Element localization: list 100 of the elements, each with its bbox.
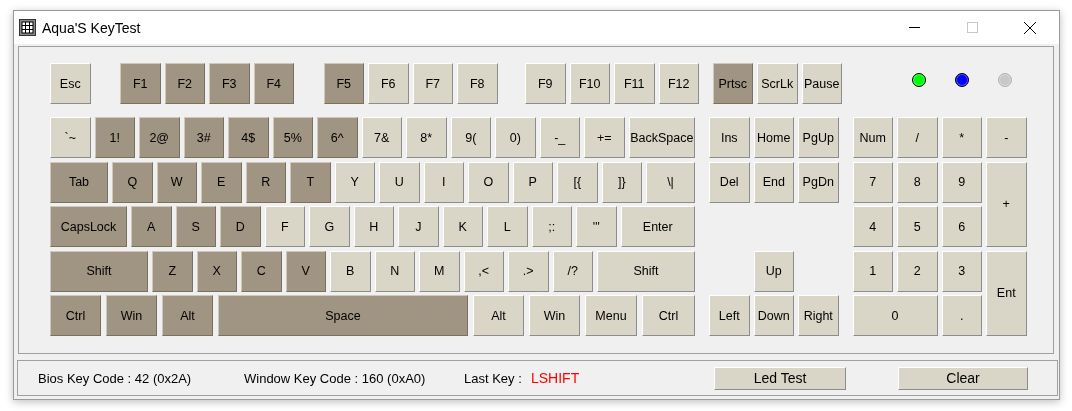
- key: P: [512, 161, 553, 203]
- key: F9: [525, 63, 566, 104]
- key: Alt: [162, 295, 213, 336]
- key: F11: [614, 63, 655, 104]
- key: F5: [323, 63, 364, 104]
- key: 5%: [272, 117, 313, 158]
- key: Win: [529, 295, 580, 336]
- key: ScrLk: [757, 63, 798, 104]
- bios-key-code: Bios Key Code : 42 (0x2A): [38, 370, 193, 386]
- key: [{: [557, 161, 598, 203]
- key: 3#: [183, 117, 224, 158]
- key: 9(: [450, 117, 491, 158]
- key: O: [468, 161, 509, 203]
- key: S: [175, 206, 216, 247]
- key: 9: [941, 161, 982, 203]
- key: 4: [852, 206, 893, 247]
- key: End: [753, 161, 794, 203]
- key: F: [264, 206, 305, 247]
- key: F10: [569, 63, 610, 104]
- key: BackSpace: [628, 117, 695, 158]
- key: Enter: [620, 206, 695, 247]
- key: ;:: [531, 206, 572, 247]
- key: F7: [412, 63, 453, 104]
- key: Y: [334, 161, 375, 203]
- key: 7: [852, 161, 893, 203]
- key: .: [941, 295, 982, 336]
- key: Ins: [709, 117, 750, 158]
- clear-button[interactable]: Clear: [898, 366, 1028, 390]
- key: Menu: [585, 295, 637, 336]
- key: H: [353, 206, 394, 247]
- key: 2@: [139, 117, 180, 158]
- key: F3: [209, 63, 250, 104]
- key: Ent: [986, 250, 1027, 336]
- key: PgDn: [798, 161, 839, 203]
- key: 0: [852, 295, 938, 336]
- key: X: [196, 250, 237, 292]
- key: F1: [120, 63, 161, 104]
- key: Tab: [50, 161, 108, 203]
- key: B: [330, 250, 371, 292]
- key: V: [285, 250, 326, 292]
- key: N: [374, 250, 415, 292]
- key: *: [941, 117, 982, 158]
- key: 4$: [228, 117, 269, 158]
- key: Ctrl: [50, 295, 101, 336]
- key: I: [423, 161, 464, 203]
- key: Right: [798, 295, 839, 336]
- key: -: [986, 117, 1027, 158]
- key: CapsLock: [50, 206, 127, 247]
- key: 2: [897, 250, 938, 292]
- key: -_: [539, 117, 580, 158]
- key: Prtsc: [712, 63, 753, 104]
- key: +: [986, 161, 1027, 247]
- key: Alt: [473, 295, 524, 336]
- key: Q: [112, 161, 153, 203]
- key: Pause: [801, 63, 842, 104]
- key: Home: [753, 117, 794, 158]
- key: D: [220, 206, 261, 247]
- key: A: [131, 206, 172, 247]
- key: W: [156, 161, 197, 203]
- key: F6: [368, 63, 409, 104]
- close-icon[interactable]: [1024, 21, 1036, 34]
- key: +=: [584, 117, 625, 158]
- grid-icon: [19, 19, 36, 36]
- key: Z: [152, 250, 193, 292]
- key: J: [398, 206, 439, 247]
- key: 6: [941, 206, 982, 247]
- key: Shift: [50, 250, 148, 292]
- key: ]}: [601, 161, 642, 203]
- key: 1!: [94, 117, 135, 158]
- key: /?: [552, 250, 593, 292]
- key: Left: [709, 295, 750, 336]
- key: 8*: [406, 117, 447, 158]
- key: PgUp: [798, 117, 839, 158]
- led-test-button[interactable]: Led Test: [714, 366, 846, 390]
- key: U: [379, 161, 420, 203]
- key: .>: [508, 250, 549, 292]
- last-key-label: Last Key :: [464, 370, 523, 386]
- key: F2: [164, 63, 205, 104]
- last-key-value: LSHIFT: [531, 370, 581, 386]
- key: F12: [658, 63, 699, 104]
- key: `~: [50, 117, 91, 158]
- key: Up: [753, 250, 794, 292]
- key: C: [241, 250, 282, 292]
- key: 1: [852, 250, 893, 292]
- key: 5: [897, 206, 938, 247]
- key: ,<: [463, 250, 504, 292]
- key: F8: [457, 63, 498, 104]
- key: K: [442, 206, 483, 247]
- key: Esc: [50, 63, 91, 104]
- key: 8: [897, 161, 938, 203]
- key: E: [201, 161, 242, 203]
- key: 0): [495, 117, 536, 158]
- key: M: [419, 250, 460, 292]
- key: 7&: [361, 117, 402, 158]
- key: 3: [941, 250, 982, 292]
- key: Num: [852, 117, 893, 158]
- key: /: [897, 117, 938, 158]
- key: L: [487, 206, 528, 247]
- window-title: Aqua'S KeyTest: [42, 19, 142, 36]
- key: Win: [106, 295, 157, 336]
